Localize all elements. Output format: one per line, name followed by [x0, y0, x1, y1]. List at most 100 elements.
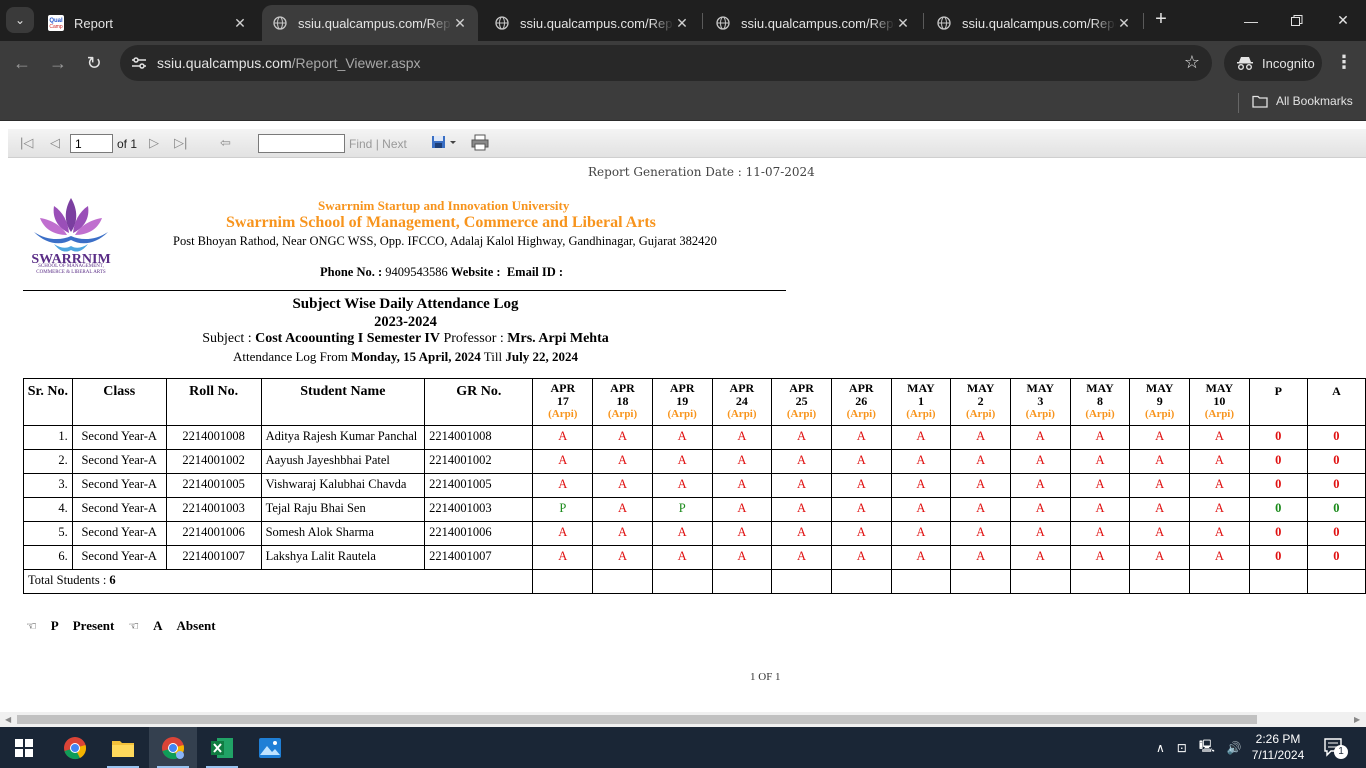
attendance-mark: A	[1069, 545, 1131, 570]
gr-number: 2214001003	[424, 497, 534, 522]
date-month: MAY	[1026, 381, 1055, 395]
date-professor: (Arpi)	[548, 408, 578, 420]
forward-button[interactable]: →	[46, 51, 70, 75]
url-text[interactable]: ssiu.qualcampus.com/Report_Viewer.aspx	[157, 55, 421, 71]
attendance-mark: A	[890, 497, 952, 522]
taskbar: ∧ ⊡ 🖳 🔊 2:26 PM 7/11/2024 1	[0, 727, 1366, 768]
date-column-header: APR 19 (Arpi)	[651, 378, 713, 426]
empty-cell	[1129, 569, 1191, 594]
incognito-badge[interactable]: Incognito	[1224, 45, 1322, 81]
empty-cell	[1189, 569, 1250, 594]
attendance-mark: A	[1129, 545, 1191, 570]
browser-menu-button[interactable]: ⋮	[1334, 53, 1354, 71]
next-link[interactable]: Next	[382, 137, 407, 151]
new-tab-button[interactable]: +	[1150, 9, 1172, 31]
restore-button[interactable]	[1274, 0, 1320, 41]
current-page-input[interactable]	[70, 134, 113, 153]
close-tab-icon[interactable]: ✕	[674, 15, 690, 32]
date-day: 17	[556, 394, 569, 408]
url-path: /Report_Viewer.aspx	[291, 55, 421, 71]
more-vert-icon: ⋮	[1335, 52, 1353, 72]
attendance-mark: A	[1009, 473, 1071, 498]
horizontal-scrollbar[interactable]: ◀ ▶	[0, 712, 1366, 727]
previous-page-icon[interactable]: ◁	[50, 135, 60, 151]
tab-report[interactable]: Qual Camp Report ✕	[38, 5, 258, 41]
date-professor: (Arpi)	[1025, 408, 1055, 420]
taskbar-chrome[interactable]	[51, 727, 99, 768]
find-next-controls: Find | Next	[349, 137, 407, 151]
arrow-right-icon: →	[49, 52, 67, 73]
first-page-icon[interactable]: |◁	[20, 135, 33, 151]
back-button[interactable]: ←	[10, 51, 34, 75]
attendance-mark: A	[1189, 545, 1250, 570]
export-button[interactable]	[431, 134, 457, 154]
till-label: Till	[483, 349, 503, 364]
site-info-icon[interactable]	[130, 54, 148, 72]
taskbar-clock[interactable]: 2:26 PM 7/11/2024	[1248, 731, 1308, 763]
start-button[interactable]	[0, 727, 48, 768]
bookmark-star-icon[interactable]: ☆	[1184, 52, 1200, 73]
find-text-input[interactable]	[258, 134, 345, 153]
website-label: Website :	[450, 265, 501, 279]
next-page-icon[interactable]: ▷	[149, 135, 159, 151]
legend-key-present: P	[50, 618, 59, 633]
find-link[interactable]: Find	[349, 137, 372, 151]
close-tab-icon[interactable]: ✕	[232, 15, 248, 32]
address-bar[interactable]: ssiu.qualcampus.com/Report_Viewer.aspx ☆	[120, 45, 1212, 81]
attendance-mark: A	[1009, 521, 1071, 546]
taskbar-chrome-profile[interactable]	[149, 727, 197, 768]
close-window-button[interactable]: ✕	[1320, 0, 1366, 41]
svg-text:Camp: Camp	[49, 24, 63, 30]
table-row: 3. Second Year-A 2214001005 Vishwaraj Kalub…	[23, 473, 1366, 498]
scrollbar-thumb[interactable]	[17, 715, 1257, 724]
date-professor: (Arpi)	[846, 408, 876, 420]
legend-key-absent: A	[153, 618, 163, 633]
back-to-parent-icon[interactable]: ⇦	[220, 135, 231, 151]
system-tray: ∧ ⊡ 🖳 🔊	[1156, 727, 1242, 768]
attendance-mark: P	[651, 497, 713, 522]
absent-count-header: A	[1306, 378, 1366, 426]
show-hidden-icons-chevron-icon[interactable]: ∧	[1156, 741, 1165, 755]
attendance-mark: A	[651, 425, 713, 450]
date-month: MAY	[1086, 381, 1114, 395]
tab-report-viewer-4[interactable]: ssiu.qualcampus.com/Report_Viewer.aspx ✕	[926, 5, 1142, 41]
scroll-left-icon[interactable]: ◀	[5, 715, 11, 724]
table-header-row: Sr. No. Class Roll No. Student Name GR No. AP…	[23, 378, 1366, 426]
all-bookmarks-button[interactable]: All Bookmarks	[1252, 94, 1353, 108]
tab-report-viewer-2[interactable]: ssiu.qualcampus.com/Report_Viewer.aspx ✕	[484, 5, 700, 41]
date-day: 25	[795, 394, 808, 408]
report-viewer-toolbar: |◁ ◁ of 1 ▷ ▷| ⇦ Find | Next	[8, 129, 1366, 158]
close-tab-icon[interactable]: ✕	[452, 15, 468, 32]
tab-search-button[interactable]: ⌄	[6, 7, 34, 33]
minimize-button[interactable]: —	[1228, 0, 1274, 41]
attendance-mark: A	[771, 473, 832, 498]
last-page-icon[interactable]: ▷|	[174, 135, 187, 151]
reload-button[interactable]: ↻	[82, 51, 106, 75]
date-column-header: APR 24 (Arpi)	[711, 378, 773, 426]
present-count-header: P	[1248, 378, 1308, 426]
attendance-mark: A	[711, 521, 773, 546]
network-icon[interactable]: 🖳	[1199, 737, 1215, 758]
taskbar-file-explorer[interactable]	[99, 727, 147, 768]
attendance-mark: A	[1009, 497, 1071, 522]
date-day: 18	[616, 394, 629, 408]
print-button[interactable]	[471, 134, 489, 155]
taskbar-excel[interactable]	[198, 727, 246, 768]
tab-report-viewer-active[interactable]: ssiu.qualcampus.com/Report_Viewer.aspx ✕	[262, 5, 478, 41]
tab-report-viewer-3[interactable]: ssiu.qualcampus.com/Report_Viewer.aspx ✕	[705, 5, 921, 41]
roll-number: 2214001008	[165, 425, 262, 450]
school-address: Post Bhoyan Rathod, Near ONGC WSS, Opp. …	[173, 234, 717, 248]
taskbar-photos[interactable]	[246, 727, 294, 768]
roll-number: 2214001002	[165, 449, 262, 474]
close-tab-icon[interactable]: ✕	[895, 15, 911, 32]
class-cell: Second Year-A	[71, 497, 167, 522]
close-tab-icon[interactable]: ✕	[1116, 15, 1132, 32]
scroll-right-icon[interactable]: ▶	[1354, 715, 1360, 724]
notification-center-button[interactable]: 1	[1324, 727, 1348, 768]
legend: ☜ P Present ☜ A Absent	[26, 618, 216, 634]
meet-now-icon[interactable]: ⊡	[1177, 741, 1187, 755]
absent-count: 0	[1306, 545, 1366, 570]
attendance-mark: A	[771, 545, 832, 570]
attendance-mark: A	[1009, 449, 1071, 474]
volume-icon[interactable]: 🔊	[1227, 741, 1242, 755]
